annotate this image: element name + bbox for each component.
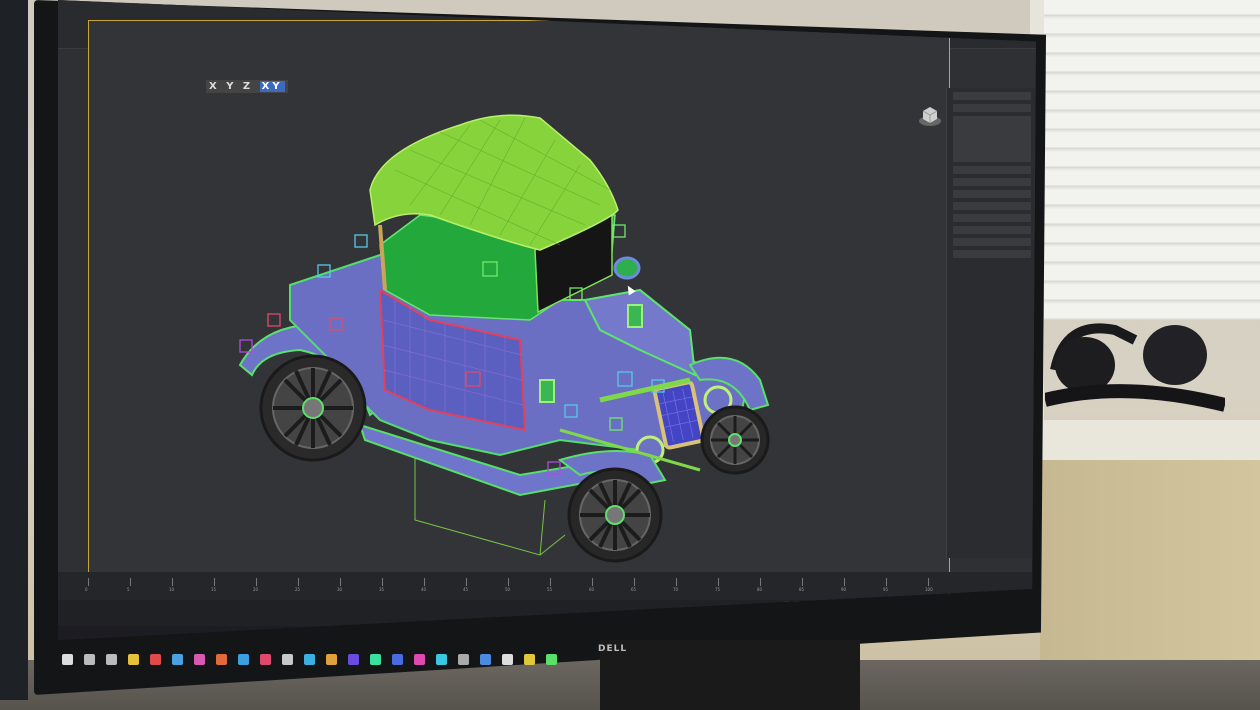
perspective-viewport[interactable] [88, 20, 950, 602]
panel-field[interactable] [953, 226, 1031, 234]
window-sill [1030, 420, 1260, 460]
app-icon[interactable] [326, 654, 337, 665]
timeline-tick-label: 60 [589, 587, 595, 592]
timeline-tick-label: 35 [379, 587, 385, 592]
timeline-tick [172, 578, 173, 586]
windows-icon[interactable] [62, 654, 73, 665]
timeline-tick [718, 578, 719, 586]
timeline-tick-label: 70 [673, 587, 679, 592]
timeline-tick [214, 578, 215, 586]
timeline-tick [802, 578, 803, 586]
axis-constraint-toolbar[interactable]: X Y Z XY [206, 80, 288, 93]
monitor-brand-logo: DELL [598, 644, 628, 654]
panel-field[interactable] [953, 250, 1031, 258]
timeline-tick [844, 578, 845, 586]
app-icon[interactable] [216, 654, 227, 665]
taskview-icon[interactable] [106, 654, 117, 665]
app-icon[interactable] [524, 654, 535, 665]
timeline-tick-label: 75 [715, 587, 721, 592]
panel-field[interactable] [953, 92, 1031, 100]
timeline-tick-label: 100 [925, 587, 933, 592]
timeline-tick-label: 25 [295, 587, 301, 592]
panel-field[interactable] [953, 202, 1031, 210]
app-icon[interactable] [436, 654, 447, 665]
panel-field[interactable] [953, 166, 1031, 174]
app-icon[interactable] [238, 654, 249, 665]
app-icon[interactable] [502, 654, 513, 665]
app-icon[interactable] [546, 654, 557, 665]
app-icon[interactable] [414, 654, 425, 665]
app-icon[interactable] [480, 654, 491, 665]
app-icon[interactable] [348, 654, 359, 665]
timeline-tick [550, 578, 551, 586]
timeline-tick-label: 0 [85, 587, 88, 592]
timeline-tick [298, 578, 299, 586]
app-icon[interactable] [282, 654, 293, 665]
timeline-tick-label: 5 [127, 587, 130, 592]
timeline-tick-label: 20 [253, 587, 259, 592]
timeline-tick [592, 578, 593, 586]
app-icon[interactable] [392, 654, 403, 665]
timeline-tick [760, 578, 761, 586]
timeline-tick-label: 15 [211, 587, 217, 592]
timeline-tick [508, 578, 509, 586]
timeline-tick-label: 30 [337, 587, 343, 592]
timeline-tick [424, 578, 425, 586]
app-icon[interactable] [304, 654, 315, 665]
timeline-tick [256, 578, 257, 586]
timeline-tick [130, 578, 131, 586]
app-icon[interactable] [172, 654, 183, 665]
timeline-tick-label: 85 [799, 587, 805, 592]
timeline-tick-label: 80 [757, 587, 763, 592]
timeline-tick-label: 10 [169, 587, 175, 592]
app-icon[interactable] [370, 654, 381, 665]
second-monitor [0, 0, 28, 700]
command-panel[interactable] [946, 88, 1036, 558]
monitor-stand [600, 640, 860, 710]
timeline-tick [676, 578, 677, 586]
headphones [1045, 323, 1225, 412]
axis-highlight: XY [259, 81, 285, 92]
app-icon[interactable] [150, 654, 161, 665]
file-explorer-icon[interactable] [128, 654, 139, 665]
screen: X Y Z XY 0 5 10 15 20 25 30 35 40 45 50 55 60 65 70 75 8… [58, 0, 1036, 640]
timeline-tick [886, 578, 887, 586]
panel-field[interactable] [953, 238, 1031, 246]
panel-field[interactable] [953, 104, 1031, 112]
panel-field[interactable] [953, 190, 1031, 198]
view-cube-icon[interactable] [918, 103, 942, 127]
modifier-stack[interactable] [953, 116, 1031, 162]
app-icon[interactable] [194, 654, 205, 665]
axis-labels: X Y Z [209, 81, 254, 92]
timeline-tick-label: 55 [547, 587, 553, 592]
timeline-tick [928, 578, 929, 586]
timeline-tick [88, 578, 89, 586]
timeline-tick-label: 95 [883, 587, 889, 592]
timeline-tick [340, 578, 341, 586]
search-icon[interactable] [84, 654, 95, 665]
panel-field[interactable] [953, 214, 1031, 222]
timeline-tick-label: 40 [421, 587, 427, 592]
timeline-tick-label: 90 [841, 587, 847, 592]
timeline-tick-label: 50 [505, 587, 511, 592]
timeline-tick [382, 578, 383, 586]
app-icon[interactable] [260, 654, 271, 665]
timeline-tick [634, 578, 635, 586]
window-blinds [1030, 0, 1260, 320]
app-icon[interactable] [458, 654, 469, 665]
panel-field[interactable] [953, 178, 1031, 186]
timeline-tick [466, 578, 467, 586]
timeline-tick-label: 65 [631, 587, 637, 592]
timeline-tick-label: 45 [463, 587, 469, 592]
